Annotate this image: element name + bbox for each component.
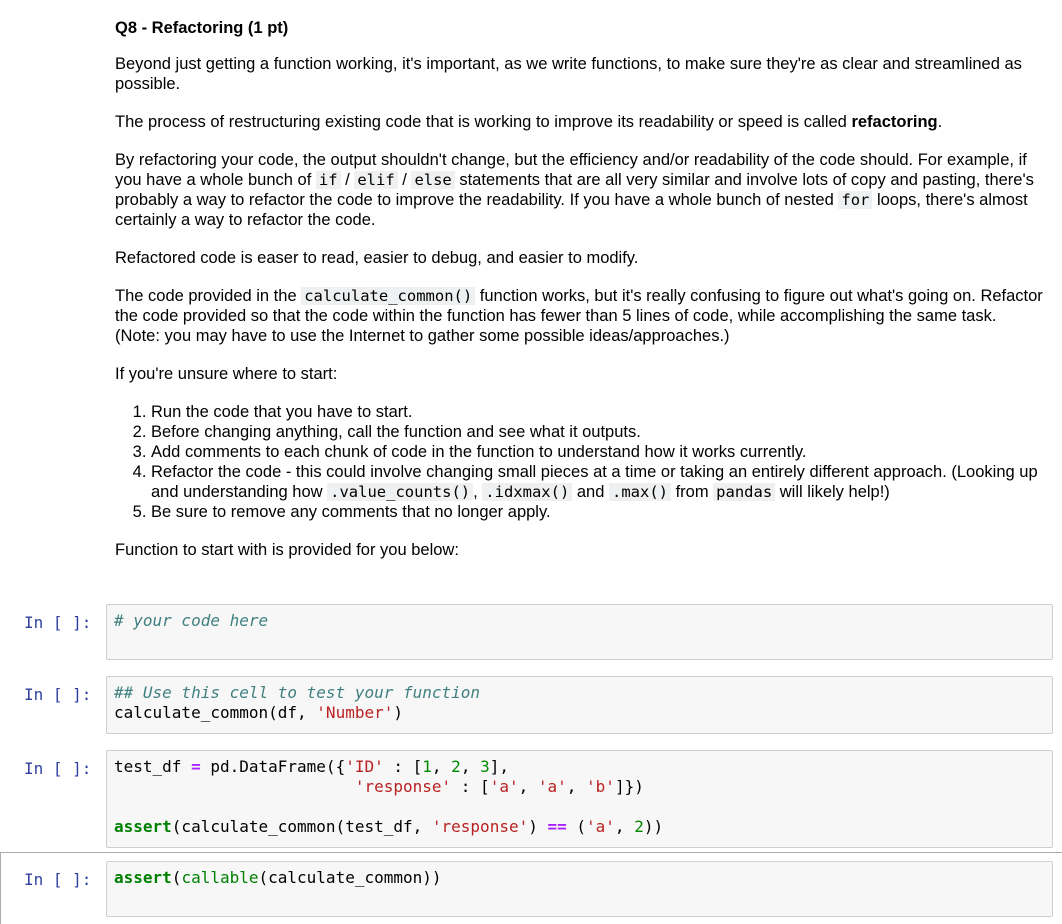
list-item: Add comments to each chunk of code in th… [151, 442, 1045, 462]
code-builtin: callable [181, 868, 259, 887]
code-text: : [ [451, 777, 490, 796]
list-item: Before changing anything, call the funct… [151, 422, 1045, 442]
code-comment: # your code here [114, 611, 269, 630]
code-text: calculate_common(df, [114, 703, 317, 722]
paragraph-refactoring-def: The process of restructuring existing co… [115, 113, 943, 131]
markdown-cell[interactable]: Q8 - Refactoring (1 pt) Beyond just gett… [115, 0, 1045, 560]
code-editor-1[interactable]: # your code here [106, 604, 1053, 660]
paragraph-benefits: Refactored code is easer to read, easier… [115, 249, 639, 267]
code-number: 2 [634, 817, 644, 836]
list-item: Be sure to remove any comments that no l… [151, 502, 1045, 522]
code-text: ( [566, 817, 587, 836]
code-text: , [460, 757, 481, 776]
code-string: 'a' [537, 777, 567, 796]
code-string: 'Number' [316, 703, 394, 722]
paragraph-function-intro: Function to start with is provided for y… [115, 541, 459, 559]
cell-prompt: In [ ]: [24, 759, 92, 778]
list-item: Refactor the code - this could involve c… [151, 462, 1045, 502]
code-text: , [566, 777, 587, 796]
cell-prompt: In [ ]: [24, 870, 92, 889]
code-text: ) [393, 703, 403, 722]
code-editor-2[interactable]: ## Use this cell to test your function c… [106, 676, 1053, 734]
cell-prompt: In [ ]: [24, 613, 92, 632]
code-operator: = [191, 757, 201, 776]
code-editor-3[interactable]: test_df = pd.DataFrame({'ID' : [1, 2, 3]… [106, 750, 1053, 848]
code-text: , [614, 817, 635, 836]
code-string: 'response' [354, 777, 452, 796]
code-string: 'ID' [345, 757, 384, 776]
paragraph-task: The code provided in the calculate_commo… [115, 287, 1043, 345]
code-number: 3 [480, 757, 490, 776]
code-keyword: assert [114, 817, 172, 836]
code-text: ], [489, 757, 509, 776]
code-operator: == [547, 817, 567, 836]
code-text: (calculate_common(test_df, [171, 817, 432, 836]
code-string: 'b' [586, 777, 615, 796]
code-text: : [ [383, 757, 423, 776]
code-text: ) [528, 817, 548, 836]
cell-prompt: In [ ]: [24, 685, 92, 704]
code-string: 'a' [489, 777, 519, 796]
code-editor-4[interactable]: assert(callable(calculate_common)) [106, 861, 1053, 917]
code-text: , [518, 777, 538, 796]
code-number: 1 [422, 757, 432, 776]
paragraph-example: By refactoring your code, the output sho… [115, 151, 1034, 229]
question-heading: Q8 - Refactoring (1 pt) [115, 19, 289, 37]
code-text: pd.DataFrame({ [200, 757, 346, 776]
code-number: 2 [451, 757, 461, 776]
code-comment: ## Use this cell to test your function [114, 683, 481, 702]
code-text: , [431, 757, 452, 776]
code-text: )) [643, 817, 664, 836]
paragraph-intro: Beyond just getting a function working, … [115, 55, 1022, 93]
code-text: ]}) [614, 777, 644, 796]
paragraph-start-hint: If you're unsure where to start: [115, 365, 338, 383]
code-text: ( [171, 868, 182, 887]
code-text: test_df [114, 757, 192, 776]
code-string: 'a' [586, 817, 615, 836]
steps-list: Run the code that you have to start. Bef… [115, 402, 1045, 522]
code-text: (calculate_common)) [258, 868, 442, 887]
code-string: 'response' [431, 817, 529, 836]
list-item: Run the code that you have to start. [151, 402, 1045, 422]
code-keyword: assert [114, 868, 172, 887]
